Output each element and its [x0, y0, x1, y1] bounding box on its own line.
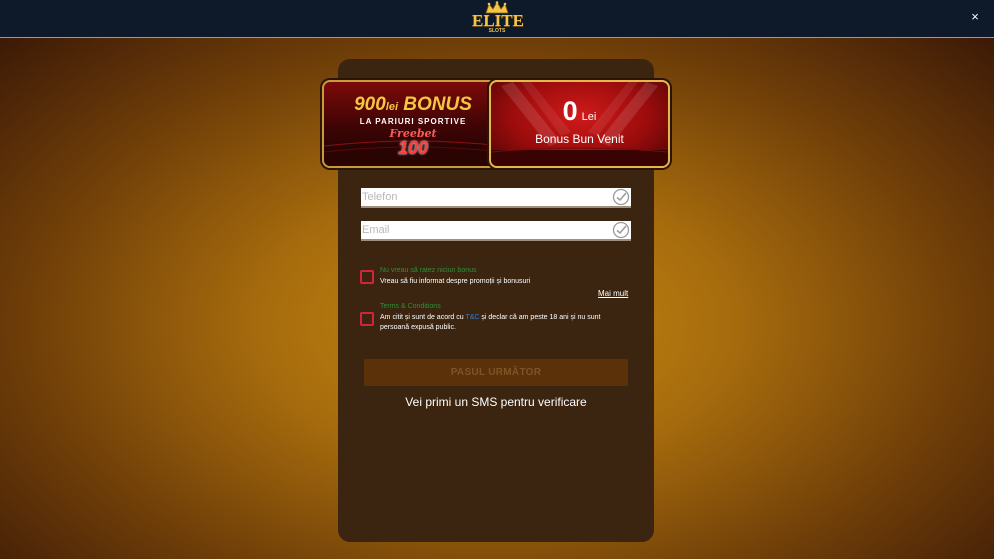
check-circle-icon — [612, 221, 630, 239]
phone-input[interactable] — [361, 188, 602, 206]
phone-field[interactable] — [361, 188, 631, 208]
bonus-opt-in-title: Nu vreau să ratez niciun bonus — [380, 267, 477, 274]
sms-verification-note: Vei primi un SMS pentru verificare — [405, 395, 587, 409]
terms-link[interactable]: T&C — [465, 314, 479, 321]
freebet-amount: 100 — [397, 138, 429, 158]
welcome-bonus-label: Bonus Bun Venit — [535, 132, 624, 146]
email-field[interactable] — [361, 221, 631, 241]
welcome-bonus-card[interactable]: 0 Lei Bonus Bun Venit — [489, 80, 670, 168]
welcome-bonus-amount: 0 Lei — [562, 96, 597, 126]
elite-slots-logo[interactable]: ELITE SLOTS — [472, 1, 524, 35]
sports-bonus-card[interactable]: 900lei BONUS LA PARIURI SPORTIVE Freebet… — [322, 80, 504, 168]
close-icon[interactable]: × — [966, 8, 984, 26]
terms-text-start: Am citit și sunt de acord cu — [380, 314, 466, 321]
bonus-opt-in-description: Vreau să fiu informat despre promoții și… — [380, 278, 531, 285]
email-input[interactable] — [361, 221, 602, 239]
terms-title[interactable]: Terms & Conditions — [380, 302, 441, 311]
sports-bonus-subtitle: LA PARIURI SPORTIVE — [359, 117, 467, 126]
next-step-button[interactable]: PASUL URMĂTOR — [364, 359, 628, 386]
more-info-link[interactable]: Mai mult — [598, 289, 628, 299]
logo-text: ELITE — [472, 11, 524, 30]
logo-subtext: SLOTS — [488, 28, 506, 34]
sports-bonus-amount: 900lei BONUS — [354, 94, 472, 115]
freebet-badge: Freebet 100 — [381, 128, 445, 160]
terms-description: Am citit și sunt de acord cu T&C și decl… — [380, 313, 630, 333]
check-circle-icon — [612, 188, 630, 206]
bonus-opt-in-checkbox[interactable] — [360, 270, 374, 284]
top-bar: ELITE SLOTS × — [0, 0, 994, 38]
terms-checkbox[interactable] — [360, 312, 374, 326]
